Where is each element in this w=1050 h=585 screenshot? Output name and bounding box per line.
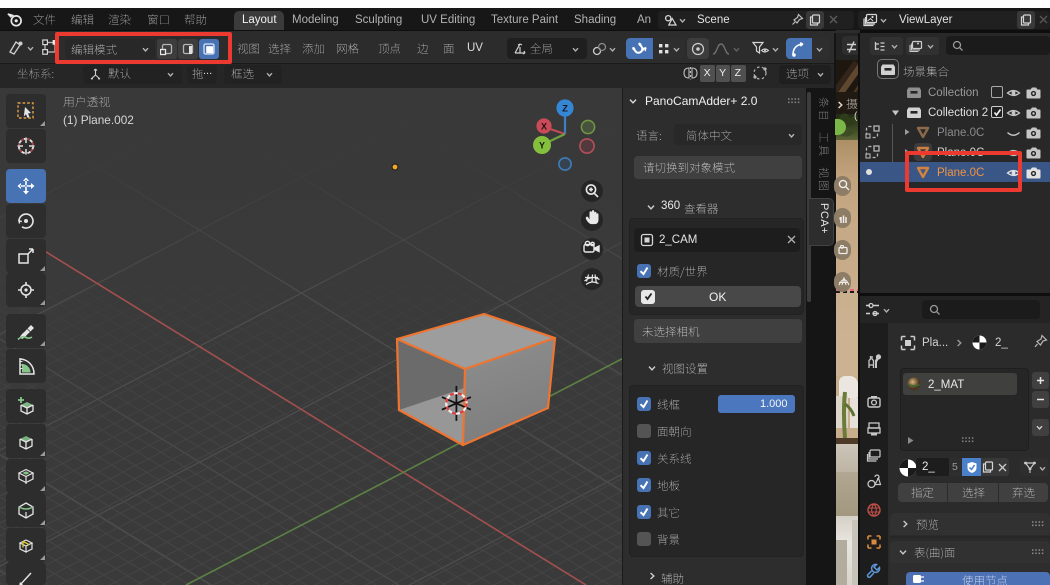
- svg-text:Z: Z: [562, 104, 568, 115]
- svg-text:Y: Y: [539, 141, 545, 151]
- svg-text:X: X: [541, 122, 547, 132]
